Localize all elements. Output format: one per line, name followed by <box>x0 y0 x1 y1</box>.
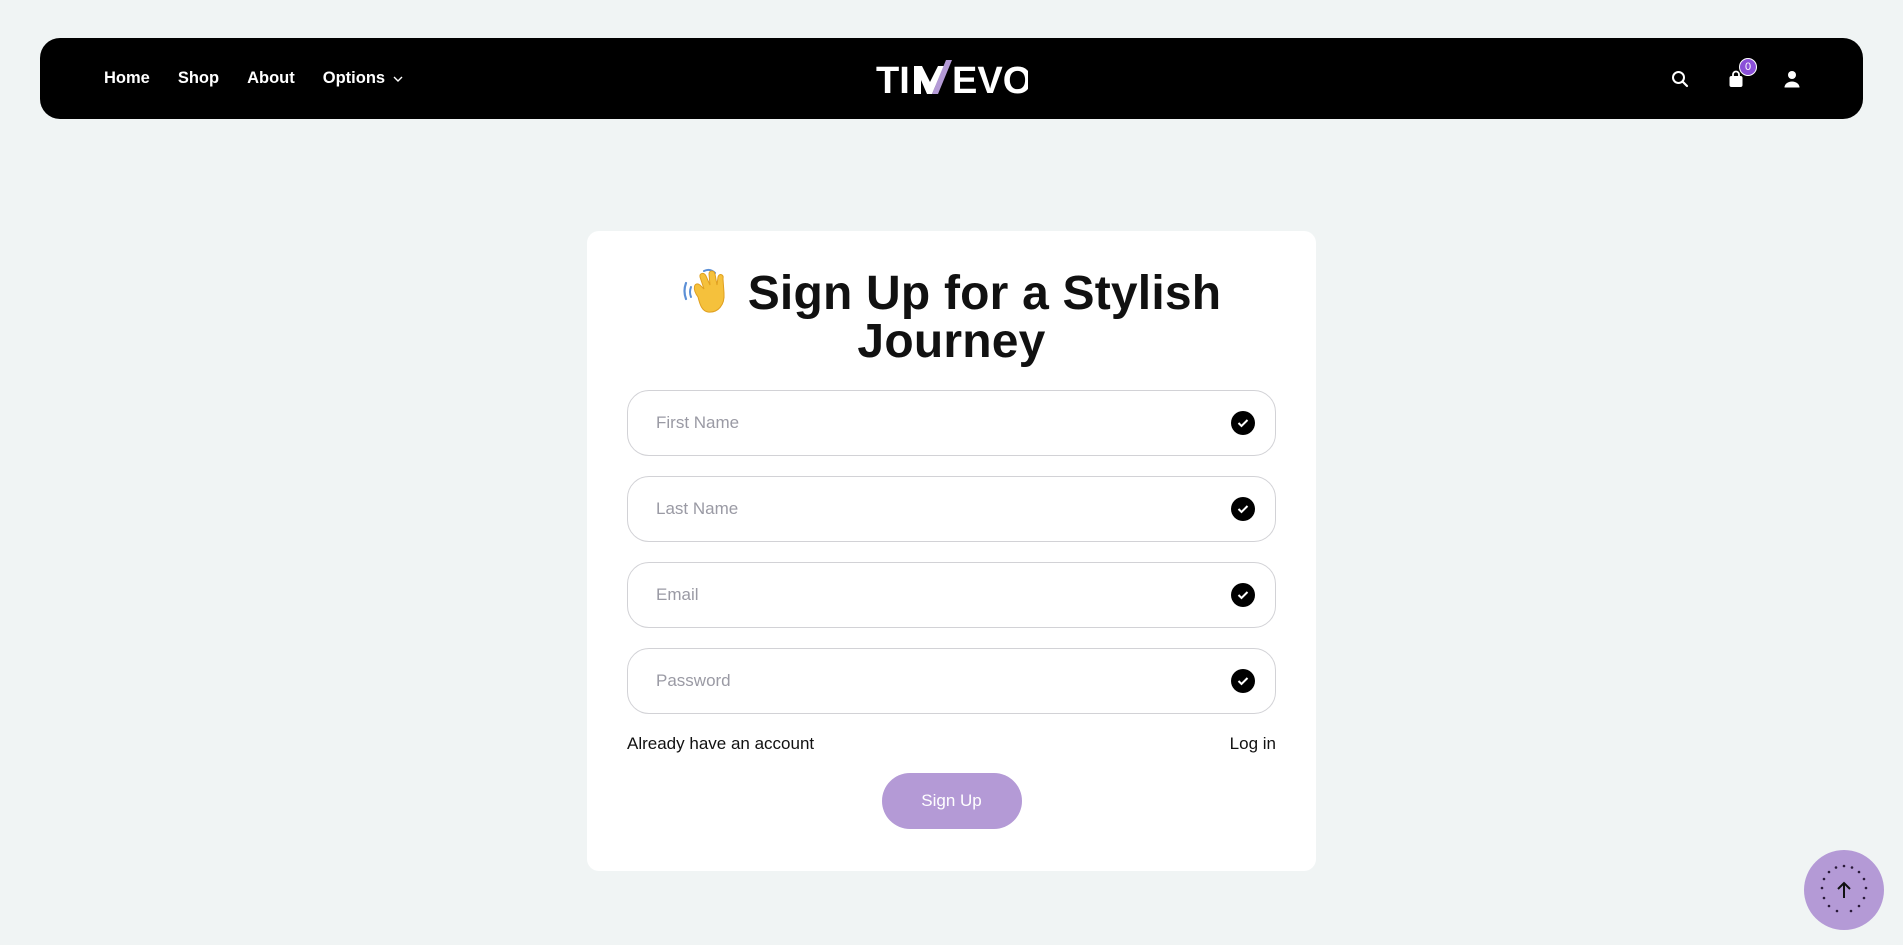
main-nav: Home Shop About Options <box>104 69 403 88</box>
search-icon <box>1672 70 1689 87</box>
email-field[interactable] <box>627 562 1276 628</box>
password-input[interactable] <box>656 671 1247 691</box>
nav-shop-link[interactable]: Shop <box>178 69 219 88</box>
nav-about-link[interactable]: About <box>247 69 295 88</box>
email-input[interactable] <box>656 585 1247 605</box>
timevo-logo: TI EVO <box>876 60 1028 100</box>
nav-home-label: Home <box>104 69 150 87</box>
account-links-row: Already have an account Log in <box>627 734 1276 754</box>
already-have-account-text: Already have an account <box>627 734 815 753</box>
last-name-input[interactable] <box>656 499 1247 519</box>
password-field[interactable] <box>627 648 1276 714</box>
signup-button[interactable]: Sign Up <box>881 773 1022 829</box>
check-circle-icon <box>1231 411 1255 435</box>
nav-about-label: About <box>247 69 295 87</box>
check-circle-icon <box>1231 583 1255 607</box>
first-name-field[interactable] <box>627 390 1276 456</box>
waving-hand-icon <box>683 268 725 313</box>
page-title-text: Sign Up for a Stylish Journey <box>747 267 1222 368</box>
cart-count-badge: 0 <box>1739 57 1757 76</box>
chevron-down-icon <box>393 76 403 82</box>
svg-text:TI: TI <box>876 60 910 100</box>
nav-shop-label: Shop <box>177 69 220 87</box>
signup-form: Already have an account Log in Sign Up <box>627 390 1276 829</box>
last-name-field[interactable] <box>627 476 1276 542</box>
signup-card: Sign Up for a Stylish Journey Already ha… <box>587 231 1316 871</box>
scroll-top-badge <box>1820 864 1868 913</box>
nav-home-link[interactable]: Home <box>104 69 150 88</box>
account-button[interactable] <box>1781 68 1803 90</box>
check-circle-icon <box>1231 497 1255 521</box>
nav-options-dropdown[interactable]: Options <box>323 69 403 88</box>
user-icon <box>1784 70 1800 87</box>
nav-options-label: Options <box>322 69 386 87</box>
top-navbar: Home Shop About Options TI EVO 0 <box>40 38 1863 119</box>
cart-button[interactable]: 0 <box>1725 57 1757 90</box>
search-button[interactable] <box>1669 68 1691 90</box>
arrow-up-icon <box>1837 881 1851 898</box>
scroll-to-top-button[interactable] <box>1804 850 1884 930</box>
first-name-input[interactable] <box>656 413 1247 433</box>
brand-logo[interactable]: TI EVO <box>876 56 1028 100</box>
svg-text:EVO: EVO <box>952 60 1028 100</box>
page-title: Sign Up for a Stylish Journey <box>627 267 1276 366</box>
check-circle-icon <box>1231 669 1255 693</box>
nav-actions: 0 <box>1669 57 1803 90</box>
login-link[interactable]: Log in <box>1230 734 1276 754</box>
